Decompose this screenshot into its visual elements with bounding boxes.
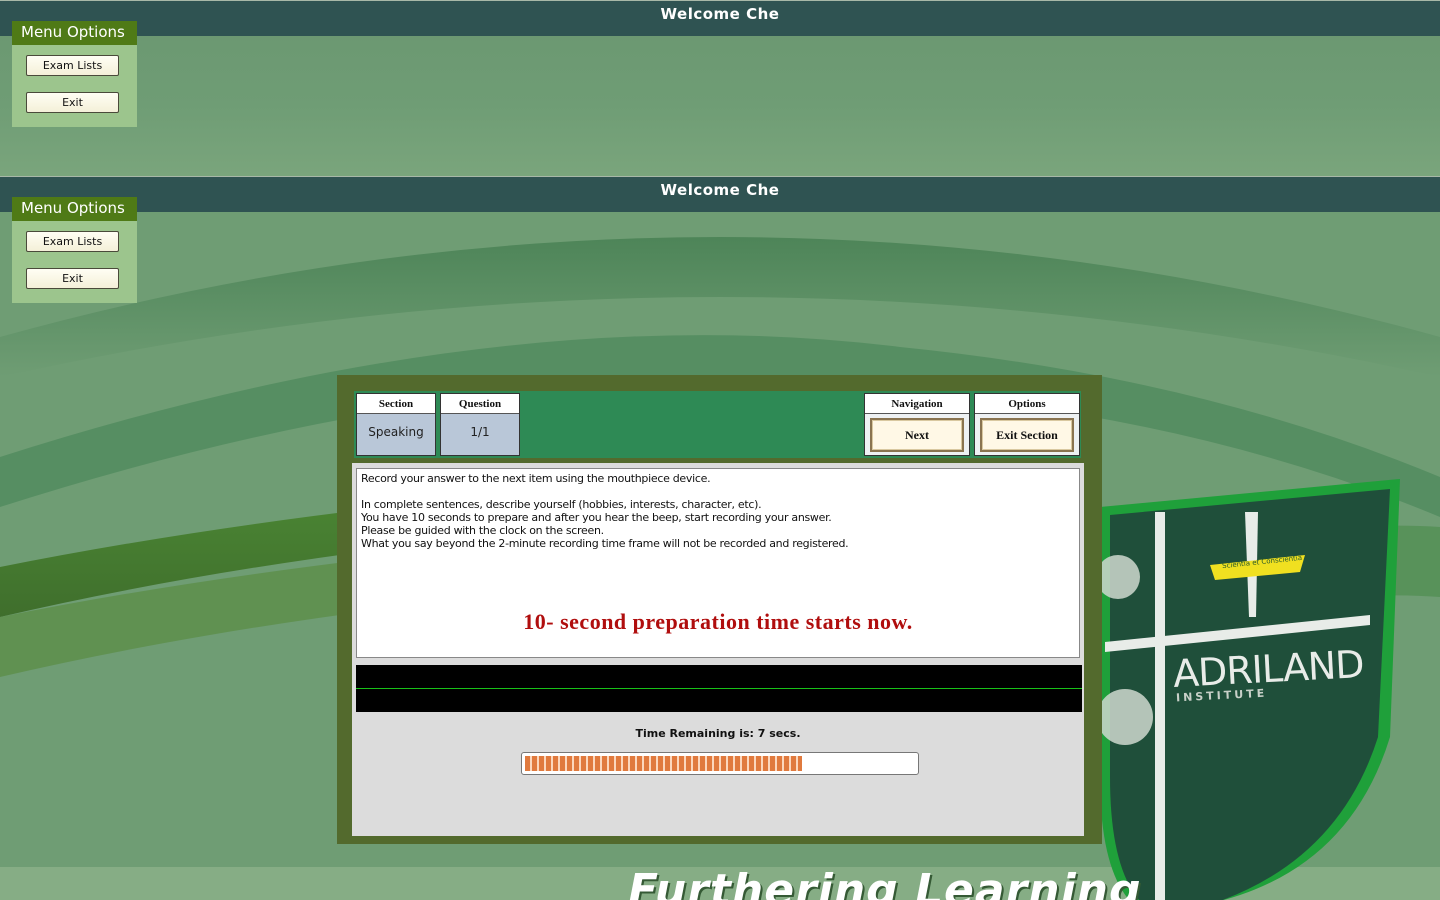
window-title: Welcome Che [0, 1, 1440, 36]
exam-content: Record your answer to the next item usin… [352, 463, 1084, 836]
instruction-line: You have 10 seconds to prepare and after… [361, 511, 832, 524]
exit-button[interactable]: Exit [26, 268, 119, 289]
time-remaining: Time Remaining is: 7 secs. [635, 727, 801, 740]
options-box: Options Exit Section [974, 393, 1080, 456]
instruction-line: Please be guided with the clock on the s… [361, 524, 604, 537]
window-title: Welcome Che [0, 177, 1440, 212]
exam-lists-button[interactable]: Exam Lists [26, 55, 119, 76]
exit-button[interactable]: Exit [26, 92, 119, 113]
section-value: Speaking [368, 425, 424, 439]
menu-options-header: Menu Options [12, 21, 137, 45]
progress-fill [525, 756, 802, 771]
question-label: Question [441, 394, 519, 414]
menu-options-header: Menu Options [12, 197, 137, 221]
section-label: Section [357, 394, 435, 414]
next-button[interactable]: Next [870, 418, 964, 452]
section-box: Section Speaking [356, 393, 436, 456]
options-label: Options [975, 394, 1079, 414]
navigation-label: Navigation [865, 394, 969, 414]
instruction-line: In complete sentences, describe yourself… [361, 498, 762, 511]
question-box: Question 1/1 [440, 393, 520, 456]
countdown-progress-bar [521, 752, 919, 775]
question-value: 1/1 [470, 425, 490, 439]
menu-options-panel: Menu Options Exam Lists Exit [12, 21, 137, 127]
exam-header: Section Speaking Question 1/1 Navigation… [354, 391, 1081, 458]
menu-options-panel: Menu Options Exam Lists Exit [12, 197, 137, 303]
exit-section-button[interactable]: Exit Section [980, 418, 1074, 452]
question-instructions: Record your answer to the next item usin… [356, 468, 1080, 658]
waveform-baseline [356, 688, 1082, 689]
instruction-line: Record your answer to the next item usin… [361, 472, 711, 485]
exam-panel: Section Speaking Question 1/1 Navigation… [337, 375, 1102, 844]
audio-waveform [356, 665, 1082, 712]
background-window: Welcome Che Menu Options Exam Lists Exit [0, 0, 1440, 176]
prep-message: 10- second preparation time starts now. [523, 609, 913, 634]
navigation-box: Navigation Next [864, 393, 970, 456]
tagline: Furthering Learning [628, 865, 1142, 900]
exam-lists-button[interactable]: Exam Lists [26, 231, 119, 252]
instruction-line: What you say beyond the 2-minute recordi… [361, 537, 849, 550]
